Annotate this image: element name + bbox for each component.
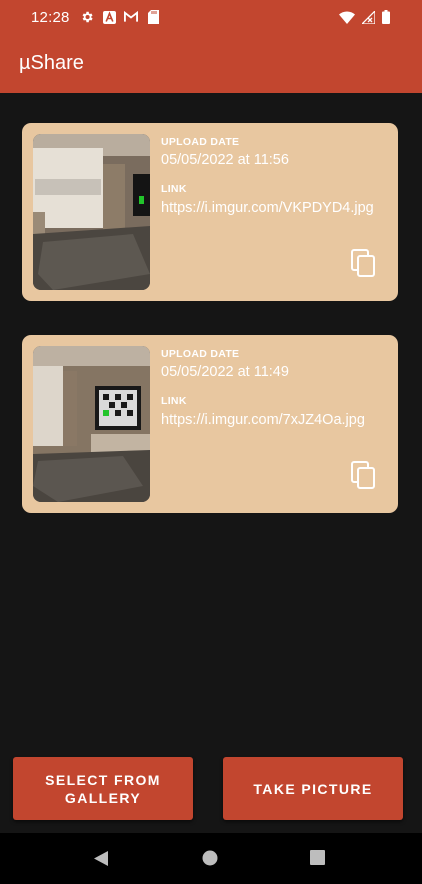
take-picture-button[interactable]: Take picture xyxy=(223,757,403,820)
home-icon[interactable] xyxy=(202,850,218,871)
gmail-icon xyxy=(124,9,138,25)
image-link[interactable]: https://i.imgur.com/VKPDYD4.jpg xyxy=(161,200,374,216)
upload-date-label: UPLOAD DATE xyxy=(161,136,240,148)
upload-date-label: UPLOAD DATE xyxy=(161,348,240,360)
link-label: LINK xyxy=(161,395,187,407)
status-time: 12:28 xyxy=(31,9,70,26)
battery-icon xyxy=(381,9,390,25)
notification-icons xyxy=(80,9,160,25)
copy-icon[interactable] xyxy=(350,249,376,277)
navigation-bar xyxy=(0,833,422,884)
system-icons xyxy=(339,9,390,25)
image-link[interactable]: https://i.imgur.com/7xJZ4Oa.jpg xyxy=(161,412,365,428)
upload-list[interactable]: UPLOAD DATE 05/05/2022 at 11:56 LINK htt… xyxy=(0,93,422,833)
status-bar: 12:28 xyxy=(0,0,422,36)
upload-thumbnail xyxy=(33,346,150,502)
sd-card-icon xyxy=(146,9,160,25)
upload-card[interactable]: UPLOAD DATE 05/05/2022 at 11:56 LINK htt… xyxy=(22,123,398,301)
settings-icon xyxy=(80,9,94,25)
link-label: LINK xyxy=(161,183,187,195)
upload-thumbnail xyxy=(33,134,150,290)
recents-icon[interactable] xyxy=(310,850,325,870)
wifi-icon xyxy=(339,9,355,25)
select-from-gallery-button[interactable]: Select from gallery xyxy=(13,757,193,820)
signal-icon xyxy=(361,9,375,25)
upload-date: 05/05/2022 at 11:49 xyxy=(161,364,289,380)
upload-date: 05/05/2022 at 11:56 xyxy=(161,152,289,168)
app-bar: µShare xyxy=(0,36,422,93)
a-badge-icon xyxy=(102,9,116,25)
back-icon[interactable] xyxy=(93,850,109,872)
copy-icon[interactable] xyxy=(350,461,376,489)
app-title: µShare xyxy=(19,52,84,74)
upload-card[interactable]: UPLOAD DATE 05/05/2022 at 11:49 LINK htt… xyxy=(22,335,398,513)
